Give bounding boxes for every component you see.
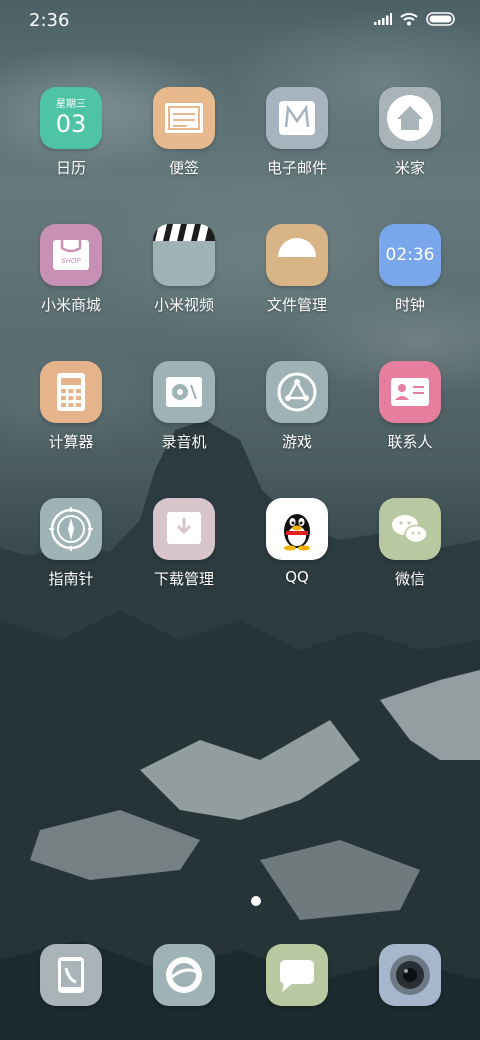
- app-label: 小米商城: [40, 296, 101, 314]
- status-time: 2:36: [29, 10, 70, 31]
- app-label: 日历: [55, 159, 86, 177]
- app-label: 游戏: [281, 433, 312, 451]
- shop-text: SHOP: [61, 257, 81, 265]
- app-label: 便签: [168, 159, 199, 177]
- calendar-icon: 星期三 03: [40, 87, 102, 149]
- games-icon: [266, 361, 328, 423]
- notes-icon: [153, 87, 215, 149]
- dock-camera[interactable]: [360, 944, 460, 1006]
- messages-icon: [266, 944, 328, 1006]
- app-downloads[interactable]: 下载管理: [134, 498, 234, 589]
- dock-phone[interactable]: [21, 944, 121, 1006]
- app-mi-store[interactable]: SHOP 小米商城: [21, 224, 121, 315]
- clock-icon: 02:36: [379, 224, 441, 286]
- battery-icon: [426, 12, 455, 26]
- app-label: 米家: [394, 159, 425, 177]
- app-label: 微信: [394, 570, 425, 588]
- app-label: 小米视频: [153, 296, 214, 314]
- app-contacts[interactable]: 联系人: [360, 361, 460, 452]
- clock-text: 02:36: [385, 245, 435, 265]
- signal-icon: [374, 13, 392, 25]
- status-bar: 2:36: [0, 0, 480, 42]
- wechat-icon: [379, 498, 441, 560]
- app-file-manager[interactable]: 文件管理: [247, 224, 347, 315]
- app-email[interactable]: 电子邮件: [247, 87, 347, 178]
- calculator-icon: [40, 361, 102, 423]
- app-compass[interactable]: 指南针: [21, 498, 121, 589]
- download-icon: [153, 498, 215, 560]
- app-qq[interactable]: QQ: [247, 498, 347, 586]
- app-mi-video[interactable]: 小米视频: [134, 224, 234, 315]
- app-label: 下载管理: [153, 570, 214, 588]
- camera-icon: [379, 944, 441, 1006]
- mijia-home-icon: [379, 87, 441, 149]
- app-calculator[interactable]: 计算器: [21, 361, 121, 452]
- clapperboard-icon: [153, 224, 215, 286]
- qq-penguin-icon: [266, 498, 328, 560]
- app-recorder[interactable]: 录音机: [134, 361, 234, 452]
- app-label: 计算器: [48, 433, 94, 451]
- dock-messages[interactable]: [247, 944, 347, 1006]
- status-icons: [374, 12, 456, 26]
- contact-card-icon: [379, 361, 441, 423]
- app-label: 联系人: [387, 433, 433, 451]
- app-label: 时钟: [394, 296, 425, 314]
- dock-browser[interactable]: [134, 944, 234, 1006]
- compass-icon: [40, 498, 102, 560]
- calendar-day: 03: [55, 110, 87, 138]
- app-notes[interactable]: 便签: [134, 87, 234, 178]
- calendar-weekday: 星期三: [56, 99, 86, 110]
- app-label: QQ: [285, 568, 309, 586]
- browser-icon: [153, 944, 215, 1006]
- app-clock[interactable]: 02:36 时钟: [360, 224, 460, 315]
- app-calendar[interactable]: 星期三 03 日历: [21, 87, 121, 178]
- app-games[interactable]: 游戏: [247, 361, 347, 452]
- recorder-icon: [153, 361, 215, 423]
- app-label: 文件管理: [266, 296, 327, 314]
- app-wechat[interactable]: 微信: [360, 498, 460, 589]
- app-label: 录音机: [161, 433, 207, 451]
- home-screen: 2:36 星期三 03 日历 便签 电子邮件 米家 SHOP 小米商城 小米视频…: [0, 0, 480, 1040]
- app-mijia[interactable]: 米家: [360, 87, 460, 178]
- page-indicator-dot[interactable]: [251, 896, 261, 906]
- shop-bag-icon: SHOP: [40, 224, 102, 286]
- wifi-icon: [400, 13, 418, 26]
- app-label: 指南针: [48, 570, 94, 588]
- email-icon: [266, 87, 328, 149]
- phone-icon: [40, 944, 102, 1006]
- app-label: 电子邮件: [266, 159, 327, 177]
- folder-icon: [266, 224, 328, 286]
